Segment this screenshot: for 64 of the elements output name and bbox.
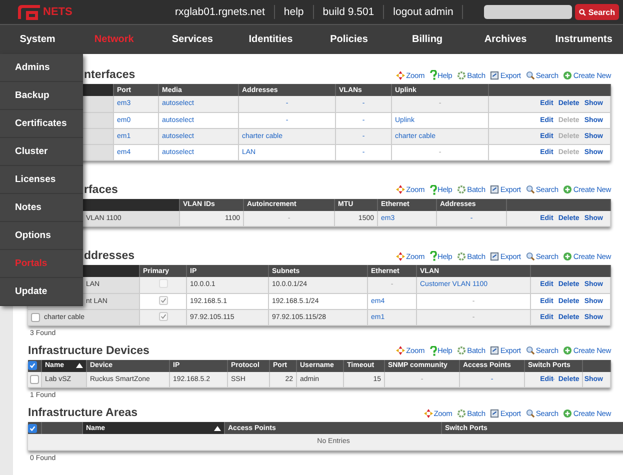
document-icon bbox=[490, 70, 500, 80]
header-link[interactable]: logout admin bbox=[384, 5, 464, 19]
add-icon bbox=[563, 70, 572, 80]
menu-item[interactable]: Cluster bbox=[0, 138, 83, 166]
add-icon bbox=[563, 185, 572, 194]
gear-icon bbox=[457, 185, 466, 194]
nav-tab[interactable]: Archives bbox=[466, 25, 545, 54]
zoom-icon bbox=[396, 185, 406, 194]
document-icon bbox=[490, 409, 500, 418]
row-checkbox[interactable] bbox=[31, 312, 40, 322]
nav-tab[interactable]: System bbox=[0, 25, 75, 54]
search-icon bbox=[579, 8, 586, 16]
select-all-checkbox[interactable] bbox=[28, 361, 37, 370]
menu-item[interactable]: Options bbox=[0, 222, 83, 250]
help-icon bbox=[430, 251, 437, 261]
document-icon bbox=[490, 185, 500, 194]
zoom-icon bbox=[396, 346, 406, 355]
zoom-icon bbox=[396, 70, 406, 80]
add-icon bbox=[563, 252, 572, 260]
sort-ascending-icon[interactable] bbox=[214, 426, 221, 430]
search-icon bbox=[526, 185, 535, 194]
header-link[interactable]: help bbox=[274, 5, 314, 19]
menu-item[interactable]: Licenses bbox=[0, 166, 83, 194]
add-icon bbox=[563, 409, 572, 418]
nav-tab[interactable]: Instruments bbox=[544, 25, 623, 54]
gear-icon bbox=[457, 70, 466, 80]
search-field[interactable] bbox=[484, 5, 572, 19]
nav-tab[interactable]: Services bbox=[153, 25, 232, 54]
zoom-icon bbox=[424, 409, 433, 418]
nav-tab[interactable]: Billing bbox=[388, 25, 466, 54]
add-icon bbox=[563, 346, 572, 355]
header-link[interactable]: build 9.501 bbox=[314, 5, 384, 19]
search-button[interactable]: Search bbox=[575, 4, 619, 20]
menu-item[interactable]: Backup bbox=[0, 82, 83, 110]
search-icon bbox=[526, 70, 535, 80]
help-icon bbox=[430, 70, 437, 80]
section-title: ddresses bbox=[84, 250, 135, 263]
section-title: Infrastructure Devices bbox=[28, 344, 150, 358]
section-title: Infrastructure Areas bbox=[28, 407, 138, 420]
logo-mark-icon bbox=[16, 3, 42, 21]
help-icon bbox=[430, 184, 437, 194]
select-all-checkbox[interactable] bbox=[28, 424, 37, 432]
search-icon bbox=[526, 346, 535, 355]
menu-item[interactable]: Admins bbox=[0, 54, 83, 82]
menu-item[interactable]: Update bbox=[0, 278, 83, 306]
header-link[interactable]: rxglab01.rgnets.net bbox=[166, 5, 275, 19]
section-title: rfaces bbox=[84, 184, 118, 196]
menu-item[interactable]: Notes bbox=[0, 194, 83, 222]
gear-icon bbox=[457, 409, 466, 418]
document-icon bbox=[490, 346, 500, 355]
gear-icon bbox=[457, 252, 466, 260]
logo-text: NETS bbox=[43, 6, 72, 18]
search-icon bbox=[526, 409, 535, 418]
help-icon bbox=[430, 346, 437, 356]
zoom-icon bbox=[396, 252, 406, 260]
search-icon bbox=[526, 252, 535, 260]
row-checkbox[interactable] bbox=[30, 374, 39, 384]
sort-ascending-icon[interactable] bbox=[76, 363, 83, 368]
nav-tab[interactable]: Policies bbox=[310, 25, 388, 54]
nav-tab[interactable]: Identities bbox=[232, 25, 310, 54]
gear-icon bbox=[457, 346, 466, 355]
section-title: nterfaces bbox=[84, 69, 136, 82]
document-icon bbox=[490, 252, 500, 260]
menu-item[interactable]: Certificates bbox=[0, 110, 83, 138]
